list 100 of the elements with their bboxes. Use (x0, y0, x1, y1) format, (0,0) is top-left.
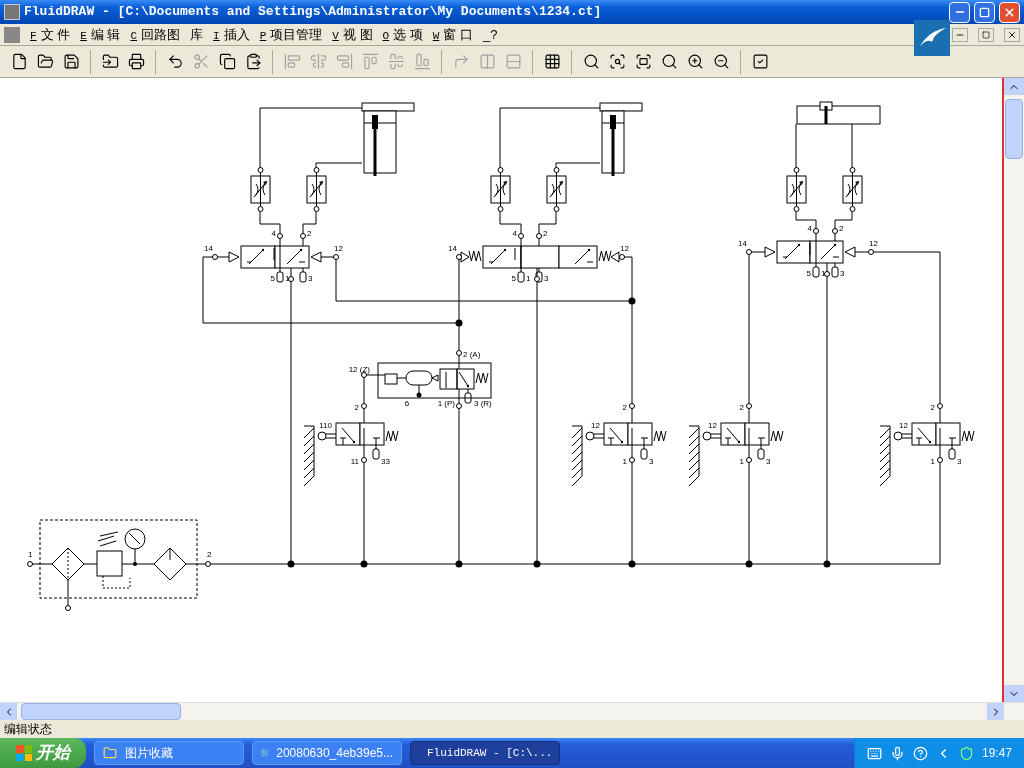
port-label: 2 (207, 550, 212, 559)
app-icon (4, 4, 20, 20)
flow-arrow-icon (574, 248, 591, 265)
hatched-wall-drawing (571, 425, 583, 487)
port-label: 12 (708, 421, 717, 430)
port-label: 12 (899, 421, 908, 430)
windows-logo-icon (16, 745, 32, 761)
port-label: 1 (526, 274, 531, 283)
port-label: 3 (R) (474, 399, 492, 408)
junction-dot (455, 319, 463, 327)
menu-item[interactable]: O 选 项 (382, 24, 423, 45)
flip-vertical-icon (504, 53, 522, 70)
shield-icon[interactable] (958, 745, 974, 761)
menu-item[interactable]: V 视 图 (332, 24, 373, 45)
folder-arrow-icon (101, 53, 119, 70)
port-label: 12 (591, 421, 600, 430)
flow-arrow-icon (286, 248, 303, 265)
junction-dot (455, 560, 463, 568)
close-button[interactable] (1004, 27, 1020, 42)
port-label: 2 (839, 224, 844, 233)
copy-icon (218, 53, 236, 70)
flow-control-valve-symbol (546, 167, 567, 212)
microphone-icon[interactable] (889, 745, 905, 761)
scroll-left-icon (0, 703, 17, 720)
paste-icon (244, 53, 262, 70)
align-right-icon (335, 53, 353, 70)
align-top-icon (361, 53, 379, 70)
flow-control-valve-symbol (250, 167, 271, 212)
zoom-in-icon (686, 53, 704, 70)
minimize-button[interactable] (952, 27, 968, 42)
port-label: 12 (620, 244, 629, 253)
port-label: 5 (270, 274, 275, 283)
menu-item[interactable]: _? (483, 24, 498, 45)
port-label: 1 (622, 457, 627, 466)
taskbar-button[interactable]: 20080630_4eb39e5... (252, 741, 402, 765)
port-label: 1 (28, 550, 33, 559)
flow-arrow-icon (820, 243, 837, 260)
junction-dot (360, 560, 368, 568)
port-label: 1 (739, 457, 744, 466)
port-label: 2 (543, 229, 548, 238)
menu-item[interactable]: F 文 件 (30, 24, 71, 45)
undo-icon (166, 53, 184, 70)
port-label: 3 (544, 274, 549, 283)
port-label: 2 (739, 403, 744, 412)
keyboard-icon[interactable] (866, 745, 882, 761)
zoom-icon (582, 53, 600, 70)
zoom-out-icon (712, 53, 730, 70)
close-icon (1003, 5, 1016, 19)
port-label: 5 (511, 274, 516, 283)
port-label: 1 (P) (437, 399, 455, 408)
menu-item[interactable]: 库 (190, 24, 204, 45)
port-label: 3 (649, 457, 654, 466)
zoom-fit-icon (634, 53, 652, 70)
align-left-icon (283, 53, 301, 70)
taskbar-button[interactable]: FluidDRAW - [C:\... (410, 741, 560, 765)
align-bottom-icon (413, 53, 431, 70)
port-label: 4 (512, 229, 517, 238)
scroll-right-icon (987, 703, 1004, 720)
menu-item[interactable]: P 项目管理 (259, 24, 323, 45)
port-label: 2 (930, 403, 935, 412)
grid-icon (543, 53, 561, 70)
flow-control-valve-symbol (786, 167, 807, 212)
port-label: 110 (319, 421, 332, 430)
port-label: 3 (766, 457, 771, 466)
junction-dot (628, 297, 636, 305)
vertical-scrollbar[interactable] (1004, 78, 1024, 702)
port-label: 5 (806, 269, 811, 278)
junction-dot (823, 560, 831, 568)
menu-item[interactable]: W 窗 口 (432, 24, 473, 45)
taskbar-button[interactable]: 图片收藏 (94, 741, 244, 765)
restore-button[interactable] (978, 27, 994, 42)
align-center-icon (309, 53, 327, 70)
printer-icon (127, 53, 145, 70)
menu-item[interactable]: C 回路图 (130, 24, 181, 45)
restore-icon (982, 30, 990, 39)
port-label: 1 (285, 274, 290, 283)
close-icon (1007, 29, 1017, 40)
flow-arrow-icon (784, 243, 801, 260)
maximize-button[interactable] (974, 1, 995, 23)
hatched-wall-drawing (879, 425, 891, 487)
port-label: 1 (930, 457, 935, 466)
port-label: 2 (A) (463, 350, 481, 359)
help-icon[interactable] (912, 745, 928, 761)
menu-item[interactable]: I 插入 (213, 24, 250, 45)
document-icon (4, 26, 20, 43)
horizontal-scrollbar[interactable] (0, 702, 1024, 720)
scroll-thumb (1005, 99, 1023, 159)
open-folder-icon (36, 53, 54, 70)
port-label: 2 (307, 229, 312, 238)
menu-item[interactable]: E 编 辑 (80, 24, 121, 45)
check-icon (751, 53, 769, 70)
port-label: 2 (622, 403, 627, 412)
port-label: 11 (350, 457, 359, 466)
port-label: 4 (807, 224, 812, 233)
port-label: 12 (869, 239, 878, 248)
status-text: 编辑状态 (4, 721, 52, 738)
hatched-wall-drawing (303, 425, 315, 487)
port-label: 1 (821, 269, 826, 278)
zoom-width-icon (608, 53, 626, 70)
flow-arrow-icon (248, 248, 265, 265)
